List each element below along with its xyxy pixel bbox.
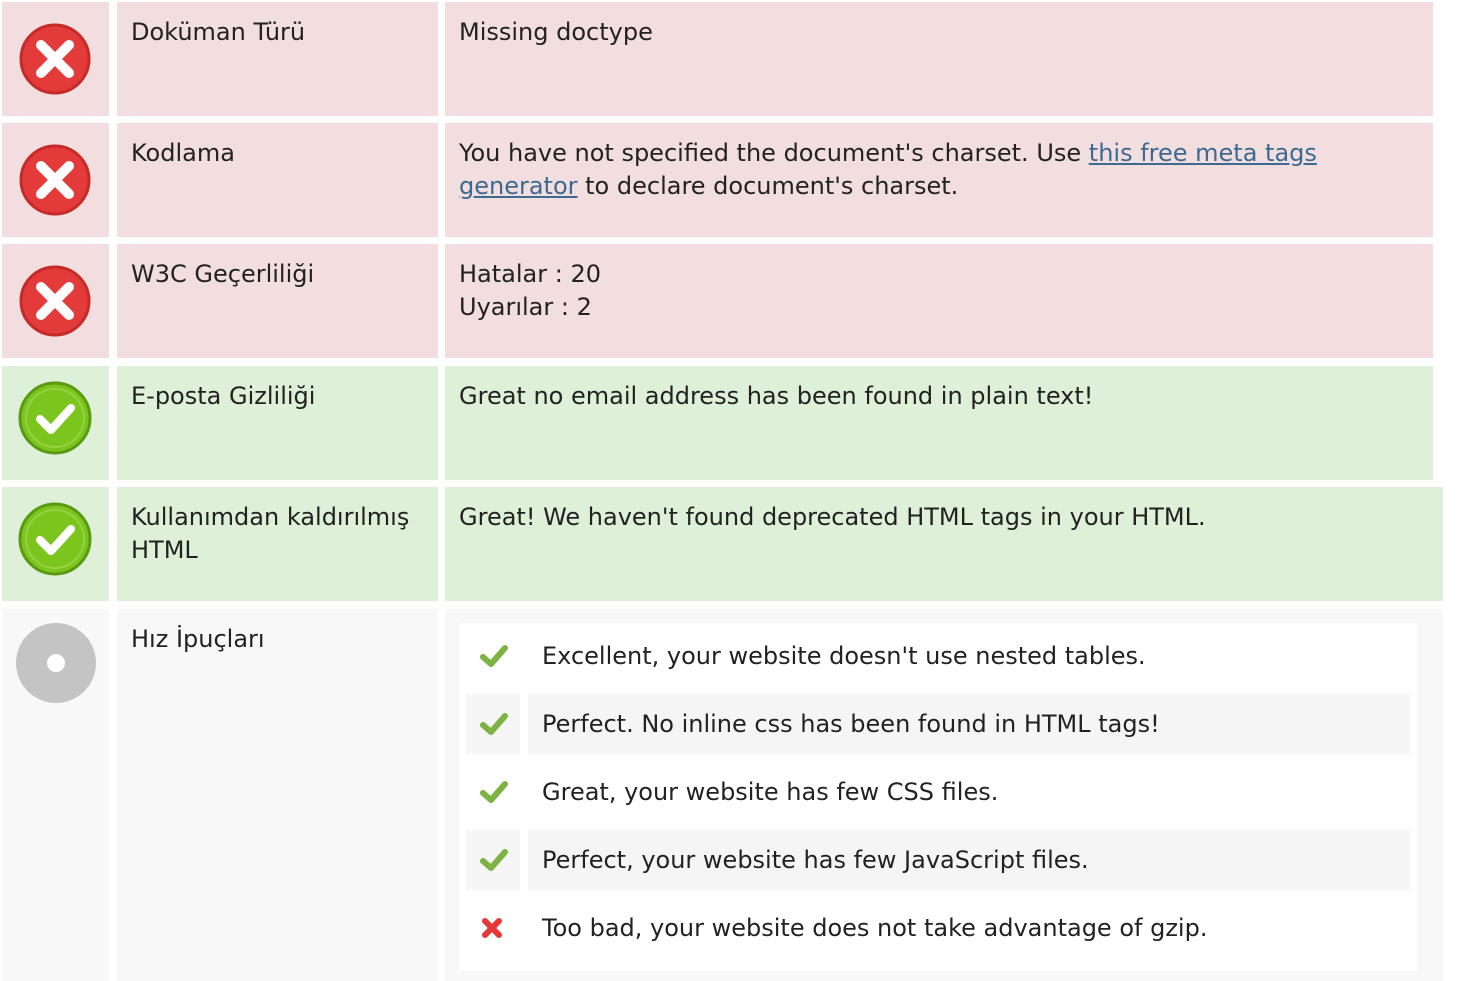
list-item: Great, your website has few CSS files.: [466, 762, 1410, 830]
check-icon: [480, 849, 508, 871]
list-item: Too bad, your website does not take adva…: [466, 898, 1410, 966]
check-icon: [480, 645, 508, 667]
speed-tips-list: Excellent, your website doesn't use nest…: [459, 623, 1417, 971]
tip-text: Excellent, your website doesn't use nest…: [542, 642, 1146, 670]
tip-text: Perfect. No inline css has been found in…: [528, 694, 1410, 754]
row-value: Missing doctype: [445, 2, 1433, 116]
list-item: Perfect. No inline css has been found in…: [466, 694, 1410, 762]
warnings-count: Uyarılar : 2: [459, 293, 592, 321]
tip-icon-cell: [466, 830, 520, 890]
row-label: Kullanımdan kaldırılmış HTML: [117, 487, 438, 601]
list-item: Excellent, your website doesn't use nest…: [466, 626, 1410, 694]
row-value: Great no email address has been found in…: [445, 366, 1433, 480]
tip-icon-cell: [466, 694, 520, 754]
check-circle-icon: [18, 381, 92, 455]
tip-text: Too bad, your website does not take adva…: [542, 914, 1208, 942]
row-label: Doküman Türü: [117, 2, 438, 116]
row-value: Great! We haven't found deprecated HTML …: [445, 487, 1443, 601]
status-cell: [2, 609, 109, 981]
row-label: Hız İpuçları: [117, 609, 438, 981]
tip-text: Great, your website has few CSS files.: [542, 778, 999, 806]
status-cell: [2, 487, 109, 601]
errors-count: Hatalar : 20: [459, 260, 601, 288]
row-label: W3C Geçerliliği: [117, 244, 438, 358]
x-circle-icon: [19, 23, 91, 95]
row-label: E-posta Gizliliği: [117, 366, 438, 480]
tip-icon-cell: [466, 626, 520, 686]
row-label: Kodlama: [117, 123, 438, 237]
status-cell: [2, 2, 109, 116]
list-item: Perfect, your website has few JavaScript…: [466, 830, 1410, 898]
tip-icon-cell: [466, 762, 520, 822]
row-value: You have not specified the document's ch…: [445, 123, 1433, 237]
value-text: You have not specified the document's ch…: [459, 139, 1089, 167]
check-circle-icon: [18, 502, 92, 576]
tip-text: Perfect, your website has few JavaScript…: [528, 830, 1410, 890]
tip-icon-cell: [466, 898, 520, 958]
row-value: Hatalar : 20 Uyarılar : 2: [445, 244, 1433, 358]
value-text: to declare document's charset.: [577, 172, 959, 200]
x-circle-icon: [19, 144, 91, 216]
check-icon: [480, 713, 508, 735]
status-cell: [2, 123, 109, 237]
x-circle-icon: [19, 265, 91, 337]
row-value: Excellent, your website doesn't use nest…: [445, 609, 1443, 981]
check-icon: [480, 781, 508, 803]
info-circle-icon: [16, 623, 96, 703]
status-cell: [2, 366, 109, 480]
status-cell: [2, 244, 109, 358]
cross-icon: [482, 918, 502, 938]
